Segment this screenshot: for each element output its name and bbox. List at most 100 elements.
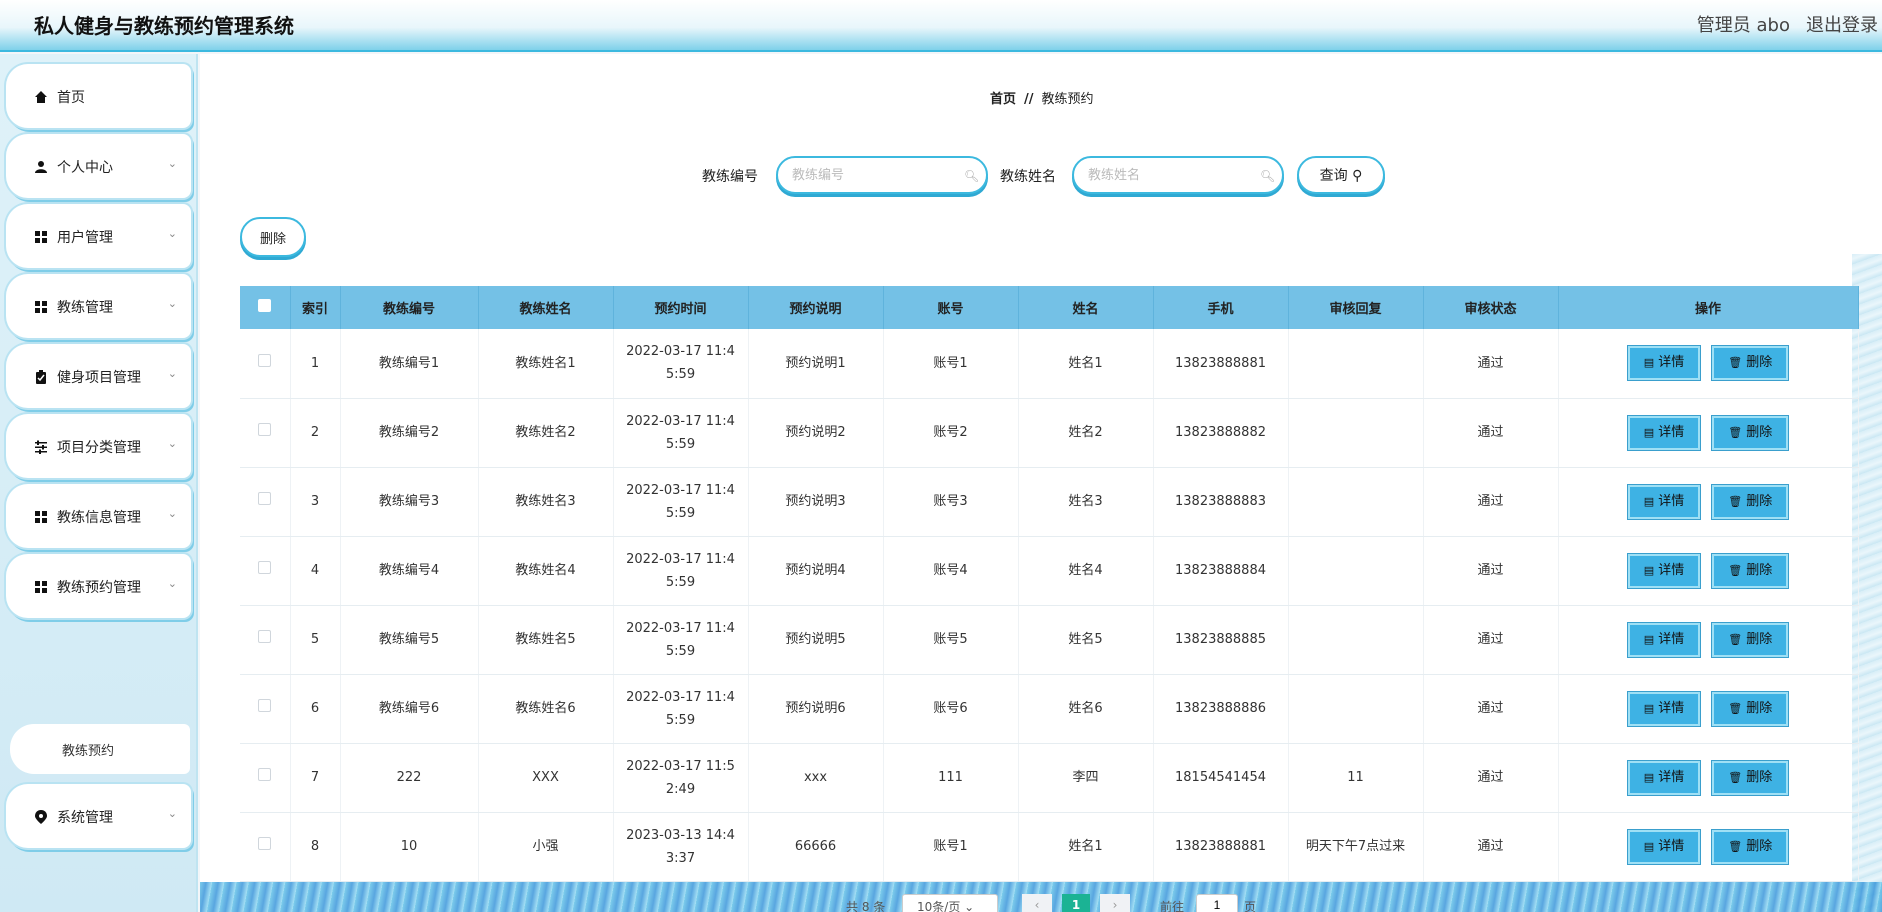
row-checkbox[interactable]: [258, 353, 272, 367]
booking-time-line: 5:59: [665, 367, 696, 383]
table-row: 4 教练编号4 教练姓名4 2022-03-17 11:4 5:59 预约说明4 账号4 姓名…: [240, 536, 1859, 606]
batch-delete-button[interactable]: 删除: [240, 217, 306, 257]
cell-booking-time: 2022-03-17 11:4 5:59: [613, 605, 749, 675]
delete-button[interactable]: 🗑︎ 删除: [1711, 414, 1790, 451]
column-header: 审核状态: [1423, 286, 1559, 329]
delete-button-label: 删除: [1746, 769, 1773, 785]
sidebar-item-profile[interactable]: 个人中心 ⌄: [6, 134, 191, 198]
column-header: 教练编号: [340, 286, 479, 329]
cell-note: 预约说明6: [748, 674, 884, 744]
query-button[interactable]: 查询 ⚲: [1297, 156, 1385, 194]
row-checkbox[interactable]: [258, 492, 272, 505]
pagination-total: 共 8 条: [846, 900, 886, 912]
delete-button[interactable]: 🗑︎ 删除: [1711, 690, 1790, 727]
cell-actions: ▤ 详情 🗑︎ 删除: [1558, 812, 1859, 882]
table-row: 2 教练编号2 教练姓名2 2022-03-17 11:4 5:59 预约说明2 账号2 姓名…: [240, 398, 1859, 468]
cell-name: 李四: [1018, 743, 1154, 813]
cell-booking-time: 2022-03-17 11:4 5:59: [613, 536, 749, 606]
cell-phone: 13823888881: [1153, 329, 1289, 399]
user-icon: [35, 161, 47, 173]
breadcrumb-home[interactable]: 首页: [990, 92, 1016, 107]
document-icon: ▤: [1643, 770, 1655, 784]
document-icon: ▤: [1643, 563, 1655, 577]
sidebar-subitem-booking[interactable]: 教练预约: [10, 724, 190, 774]
page-number-active[interactable]: 1: [1062, 894, 1090, 912]
cell-booking-time: 2022-03-17 11:4 5:59: [613, 467, 749, 537]
row-checkbox[interactable]: [258, 561, 272, 574]
detail-button-label: 详情: [1658, 631, 1685, 647]
table-row: 6 教练编号6 教练姓名6 2022-03-17 11:4 5:59 预约说明6 账号6 姓名…: [240, 674, 1859, 744]
sidebar-item-coach-info[interactable]: 教练信息管理 ⌄: [6, 484, 191, 548]
cell-actions: ▤ 详情 🗑︎ 删除: [1558, 467, 1859, 537]
next-page-button[interactable]: ›: [1100, 894, 1130, 912]
row-checkbox[interactable]: [258, 837, 272, 850]
cell-account: 账号1: [883, 812, 1019, 882]
sidebar-item-project-categories[interactable]: 项目分类管理 ⌄: [6, 414, 191, 478]
delete-button-label: 删除: [1746, 493, 1773, 509]
detail-button[interactable]: ▤ 详情: [1626, 414, 1702, 451]
delete-button[interactable]: 🗑︎ 删除: [1711, 345, 1790, 382]
booking-time-line: 2022-03-17 11:4: [626, 413, 735, 429]
row-select-cell: [240, 605, 291, 675]
booking-time-line: 2022-03-17 11:4: [626, 689, 735, 705]
main-content: 首页 // 教练预约 教练编号 🔍︎ 教练姓名 🔍︎ 查询 ⚲ 删除 索引 教练编号…: [200, 54, 1882, 912]
delete-button[interactable]: 🗑︎ 删除: [1711, 552, 1790, 589]
detail-button[interactable]: ▤ 详情: [1626, 621, 1702, 658]
detail-button[interactable]: ▤ 详情: [1626, 483, 1702, 520]
cell-account: 账号4: [883, 536, 1019, 606]
column-header: 账号: [883, 286, 1019, 329]
detail-button[interactable]: ▤ 详情: [1626, 759, 1702, 796]
select-all-checkbox[interactable]: [258, 299, 272, 312]
prev-page-button[interactable]: ‹: [1022, 894, 1052, 912]
cell-account: 账号6: [883, 674, 1019, 744]
page-size-value: 10条/页: [917, 900, 961, 912]
cell-actions: ▤ 详情 🗑︎ 删除: [1558, 605, 1859, 675]
coach-no-input[interactable]: [776, 156, 988, 194]
detail-button-label: 详情: [1658, 700, 1685, 716]
sidebar-item-home[interactable]: 首页: [6, 64, 191, 128]
cell-index: 5: [290, 605, 341, 675]
cell-account: 账号5: [883, 605, 1019, 675]
breadcrumb-current: 教练预约: [1041, 92, 1094, 107]
detail-button[interactable]: ▤ 详情: [1626, 828, 1702, 865]
cell-coach-no: 教练编号6: [340, 674, 479, 744]
cell-coach-no: 教练编号2: [340, 398, 479, 468]
delete-button[interactable]: 🗑︎ 删除: [1711, 828, 1790, 865]
coach-name-input[interactable]: [1072, 156, 1284, 194]
chevron-down-icon: ⌄: [167, 367, 177, 380]
booking-time-line: 2023-03-13 14:4: [626, 827, 735, 843]
cell-coach-name: 教练姓名1: [478, 329, 614, 399]
sidebar-item-system[interactable]: 系统管理 ⌄: [6, 784, 191, 848]
sidebar-item-label: 系统管理: [57, 810, 113, 826]
row-checkbox[interactable]: [258, 699, 272, 712]
chevron-down-icon: ⌄: [167, 227, 177, 240]
coach-no-label: 教练编号: [702, 169, 758, 185]
detail-button[interactable]: ▤ 详情: [1626, 345, 1702, 382]
chevron-down-icon: ⌄: [964, 900, 975, 912]
cell-index: 8: [290, 812, 341, 882]
delete-button[interactable]: 🗑︎ 删除: [1711, 621, 1790, 658]
row-checkbox[interactable]: [258, 768, 272, 781]
goto-page-input[interactable]: [1196, 894, 1238, 912]
row-checkbox[interactable]: [258, 423, 272, 436]
logout-link[interactable]: 退出登录: [1806, 11, 1878, 37]
sidebar-item-coaches[interactable]: 教练管理 ⌄: [6, 274, 191, 338]
breadcrumb: 首页 // 教练预约: [990, 88, 1094, 107]
row-checkbox[interactable]: [258, 630, 272, 643]
detail-button[interactable]: ▤ 详情: [1626, 552, 1702, 589]
sidebar-item-users[interactable]: 用户管理 ⌄: [6, 204, 191, 268]
cell-coach-no: 教练编号4: [340, 536, 479, 606]
trash-icon: 🗑︎: [1728, 356, 1743, 370]
detail-button[interactable]: ▤ 详情: [1626, 690, 1702, 727]
delete-button-label: 删除: [1746, 562, 1773, 578]
cell-phone: 13823888885: [1153, 605, 1289, 675]
booking-time-line: 5:59: [665, 436, 696, 452]
booking-time-line: 2022-03-17 11:4: [626, 551, 735, 567]
delete-button[interactable]: 🗑︎ 删除: [1711, 483, 1790, 520]
sidebar-item-fitness-projects[interactable]: 健身项目管理 ⌄: [6, 344, 191, 408]
page-size-select[interactable]: 10条/页 ⌄: [902, 894, 998, 912]
delete-button[interactable]: 🗑︎ 删除: [1711, 759, 1790, 796]
sidebar-item-coach-booking[interactable]: 教练预约管理 ⌄: [6, 554, 191, 618]
sidebar-item-label: 健身项目管理: [57, 370, 141, 386]
cell-status: 通过: [1423, 674, 1559, 744]
